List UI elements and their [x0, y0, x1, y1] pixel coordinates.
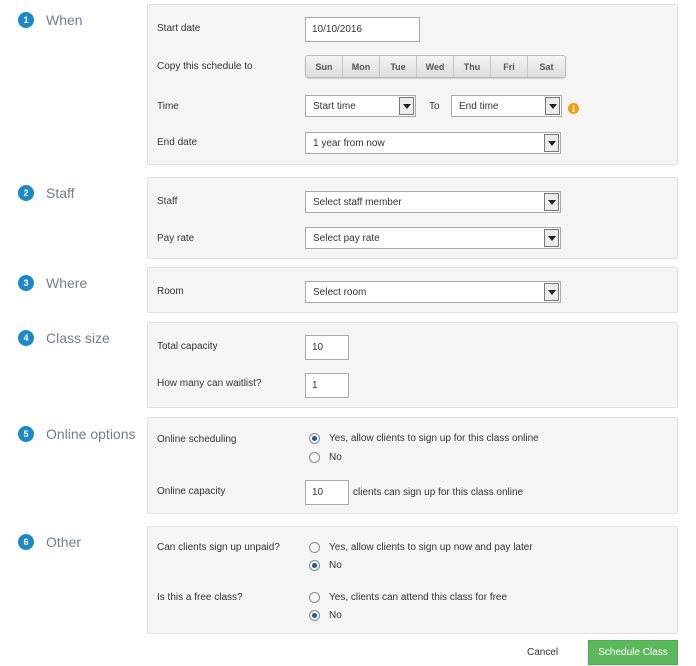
unpaid-label: Can clients sign up unpaid? — [157, 542, 280, 553]
online-no-label: No — [329, 452, 342, 463]
unpaid-no-label: No — [329, 560, 342, 571]
step-number: 2 — [18, 185, 34, 201]
unpaid-yes-radio[interactable] — [309, 542, 320, 553]
cancel-link[interactable]: Cancel — [527, 647, 558, 658]
free-no-option[interactable]: No — [309, 610, 342, 621]
section-other-heading: 6 Other — [18, 534, 81, 550]
staff-select[interactable]: Select staff member — [305, 191, 561, 213]
free-class-label: Is this a free class? — [157, 592, 243, 603]
start-time-select[interactable]: Start time — [305, 95, 416, 117]
free-no-label: No — [329, 610, 342, 621]
online-panel — [147, 417, 678, 514]
section-title: Where — [46, 275, 88, 291]
section-title: When — [46, 12, 83, 28]
staff-value: Select staff member — [313, 196, 402, 208]
end-time-value: End time — [459, 100, 499, 112]
step-number: 3 — [18, 275, 34, 291]
to-label: To — [429, 101, 440, 112]
pay-rate-value: Select pay rate — [313, 232, 380, 244]
section-class-size-heading: 4 Class size — [18, 330, 110, 346]
step-number: 1 — [18, 12, 34, 28]
waitlist-input[interactable]: 1 — [305, 373, 349, 398]
chevron-down-icon — [545, 97, 560, 115]
chevron-down-icon — [544, 229, 559, 247]
schedule-class-button[interactable]: Schedule Class — [588, 640, 678, 665]
day-sat-button[interactable]: Sat — [528, 56, 565, 77]
end-time-select[interactable]: End time — [451, 95, 562, 117]
step-number: 4 — [18, 330, 34, 346]
pay-rate-label: Pay rate — [157, 233, 195, 244]
info-icon[interactable]: i — [568, 103, 579, 114]
online-scheduling-label: Online scheduling — [157, 434, 237, 445]
free-yes-option[interactable]: Yes, clients can attend this class for f… — [309, 592, 507, 603]
step-number: 5 — [18, 426, 34, 442]
chevron-down-icon — [544, 283, 559, 301]
section-when-heading: 1 When — [18, 12, 83, 28]
pay-rate-select[interactable]: Select pay rate — [305, 227, 561, 249]
online-yes-label: Yes, allow clients to sign up for this c… — [329, 433, 539, 444]
section-title: Other — [46, 534, 82, 550]
start-time-value: Start time — [313, 100, 356, 112]
chevron-down-icon — [399, 97, 414, 115]
chevron-down-icon — [544, 193, 559, 211]
day-tue-button[interactable]: Tue — [380, 56, 417, 77]
online-yes-radio[interactable] — [309, 433, 320, 444]
copy-schedule-label: Copy this schedule to — [157, 61, 253, 72]
total-capacity-label: Total capacity — [157, 341, 218, 352]
online-capacity-label: Online capacity — [157, 486, 226, 497]
day-mon-button[interactable]: Mon — [343, 56, 380, 77]
staff-label: Staff — [157, 196, 178, 207]
end-date-value: 1 year from now — [313, 137, 385, 149]
online-yes-option[interactable]: Yes, allow clients to sign up for this c… — [309, 433, 539, 444]
section-where-heading: 3 Where — [18, 275, 87, 291]
room-select[interactable]: Select room — [305, 281, 561, 303]
unpaid-yes-label: Yes, allow clients to sign up now and pa… — [329, 542, 533, 553]
day-fri-button[interactable]: Fri — [491, 56, 528, 77]
free-no-radio[interactable] — [309, 610, 320, 621]
start-date-input[interactable]: 10/10/2016 — [305, 17, 420, 42]
day-thu-button[interactable]: Thu — [454, 56, 491, 77]
time-label: Time — [157, 101, 179, 112]
end-date-label: End date — [157, 137, 198, 148]
step-number: 6 — [18, 534, 34, 550]
online-no-option[interactable]: No — [309, 452, 342, 463]
section-title: Class size — [46, 330, 110, 346]
section-title: Staff — [46, 185, 75, 201]
free-yes-radio[interactable] — [309, 592, 320, 603]
total-capacity-input[interactable]: 10 — [305, 335, 349, 360]
online-no-radio[interactable] — [309, 452, 320, 463]
day-wed-button[interactable]: Wed — [417, 56, 454, 77]
class-size-panel — [147, 322, 678, 408]
unpaid-no-option[interactable]: No — [309, 560, 342, 571]
room-label: Room — [157, 286, 184, 297]
unpaid-yes-option[interactable]: Yes, allow clients to sign up now and pa… — [309, 542, 533, 553]
end-date-select[interactable]: 1 year from now — [305, 132, 561, 154]
room-value: Select room — [313, 286, 367, 298]
day-sun-button[interactable]: Sun — [306, 56, 343, 77]
online-capacity-suffix: clients can sign up for this class onlin… — [353, 487, 524, 498]
free-yes-label: Yes, clients can attend this class for f… — [329, 592, 508, 603]
start-date-label: Start date — [157, 23, 201, 34]
section-staff-heading: 2 Staff — [18, 185, 75, 201]
waitlist-label: How many can waitlist? — [157, 378, 262, 389]
section-title: Online options — [46, 426, 136, 442]
unpaid-no-radio[interactable] — [309, 560, 320, 571]
day-picker: Sun Mon Tue Wed Thu Fri Sat — [305, 55, 566, 78]
section-online-heading: 5 Online options — [18, 426, 136, 442]
chevron-down-icon — [544, 134, 559, 152]
online-capacity-input[interactable]: 10 — [305, 480, 349, 505]
